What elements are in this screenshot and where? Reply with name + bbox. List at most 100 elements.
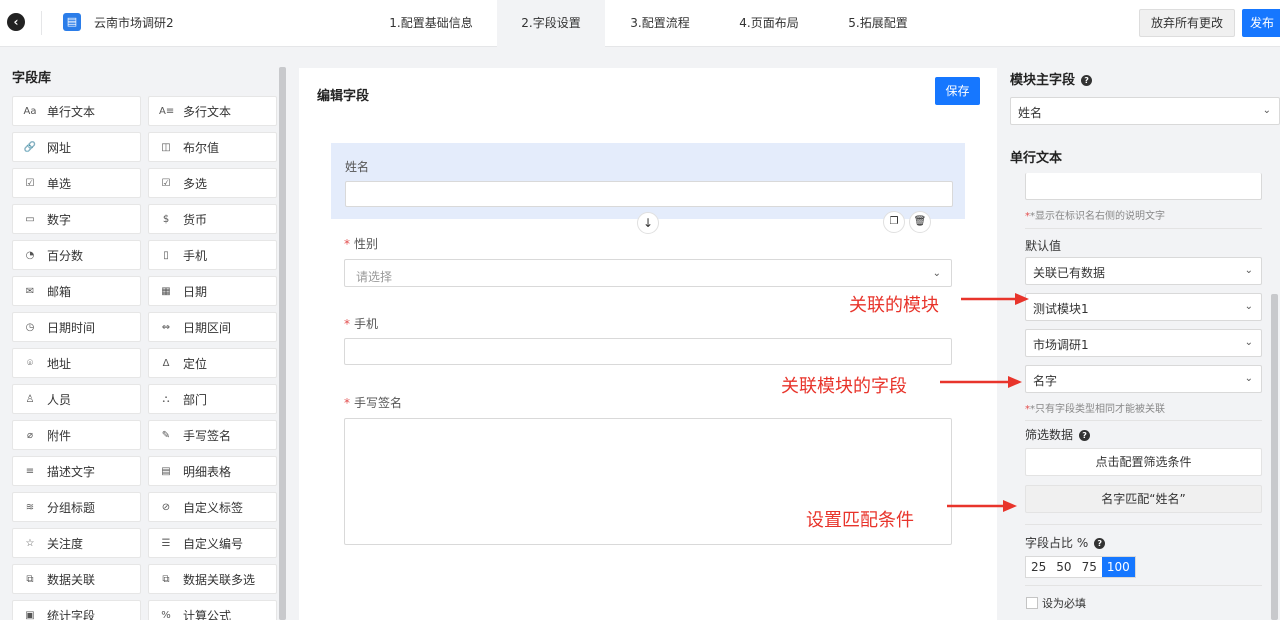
library-item[interactable]: ⧉ 数据关联 <box>12 564 141 594</box>
ratio-option-50[interactable]: 50 <box>1051 557 1076 577</box>
library-item[interactable]: % 计算公式 <box>148 600 277 620</box>
required-label: 设为必填 <box>1042 597 1086 610</box>
linked-app-select[interactable]: 市场调研1 ⌄ <box>1025 329 1262 357</box>
library-item[interactable]: Δ 定位 <box>148 348 277 378</box>
annotation-linked-field: 关联模块的字段 <box>781 376 907 397</box>
library-item-label: 数字 <box>47 212 72 227</box>
gender-select[interactable]: 请选择 ⌄ <box>344 259 952 287</box>
description-input[interactable] <box>1025 173 1262 200</box>
library-item[interactable]: ⌾ 地址 <box>12 348 141 378</box>
field-type-icon: ▭ <box>25 213 35 225</box>
field-type-icon: ≡ <box>25 465 35 477</box>
field-library: 字段库 Aa 单行文本 A≡ 多行文本 🔗 网址 ◫ 布尔值 ☑ 单选 ☑ 多选 ▭ 数字 $ 货币 ◔ 百分数 ▯… <box>0 58 286 620</box>
chevron-down-icon: ⌄ <box>932 268 941 279</box>
default-value-select[interactable]: 关联已有数据 ⌄ <box>1025 257 1262 285</box>
required-checkbox[interactable] <box>1026 597 1038 609</box>
field-type-icon: ▯ <box>163 249 169 261</box>
tab-page-layout[interactable]: 4.页面布局 <box>727 0 811 47</box>
chevron-down-icon: ⌄ <box>1244 373 1253 384</box>
library-item[interactable]: Aa 单行文本 <box>12 96 141 126</box>
signature-field-label: * 手写签名 <box>344 396 403 410</box>
name-field-label: 姓名 <box>345 160 370 174</box>
library-item[interactable]: ▤ 明细表格 <box>148 456 277 486</box>
gender-placeholder: 请选择 <box>356 270 393 284</box>
library-item-label: 地址 <box>47 356 72 371</box>
library-item-label: 手机 <box>183 248 208 263</box>
name-input[interactable] <box>345 181 953 207</box>
tab-workflow[interactable]: 3.配置流程 <box>618 0 702 47</box>
library-scrollbar[interactable] <box>279 67 286 620</box>
publish-button[interactable]: 发布 <box>1242 9 1280 37</box>
copy-icon[interactable]: ❐ <box>883 211 905 233</box>
configure-filter-button[interactable]: 点击配置筛选条件 <box>1025 448 1262 476</box>
library-item[interactable]: ⇔ 日期区间 <box>148 312 277 342</box>
save-button[interactable]: 保存 <box>935 77 980 105</box>
match-condition-button[interactable]: 名字匹配“姓名” <box>1025 485 1262 513</box>
library-item[interactable]: ☆ 关注度 <box>12 528 141 558</box>
field-type-icon: ◔ <box>25 249 35 261</box>
ratio-label: 字段占比 %? <box>1025 534 1106 551</box>
field-type-icon: ✎ <box>161 429 171 441</box>
ratio-selector[interactable]: 25 50 75 100 <box>1025 556 1136 578</box>
top-bar: ‹ ▤ 云南市场调研2 1.配置基础信息 2.字段设置 3.配置流程 4.页面布… <box>0 0 1280 47</box>
library-item[interactable]: $ 货币 <box>148 204 277 234</box>
gender-field-label: * 性别 <box>344 237 379 251</box>
linked-module-select[interactable]: 测试模块1 ⌄ <box>1025 293 1262 321</box>
linked-app-value: 市场调研1 <box>1033 338 1089 352</box>
library-item[interactable]: ⛬ 部门 <box>148 384 277 414</box>
field-type-icon: ⌀ <box>26 429 34 441</box>
library-item[interactable]: ⌀ 附件 <box>12 420 141 450</box>
library-item-label: 部门 <box>183 392 208 407</box>
main-field-select[interactable]: 姓名 ⌄ <box>1010 97 1280 125</box>
field-type-icon: ⌾ <box>27 357 33 369</box>
ratio-option-75[interactable]: 75 <box>1077 557 1102 577</box>
library-item[interactable]: ◷ 日期时间 <box>12 312 141 342</box>
library-item[interactable]: ◔ 百分数 <box>12 240 141 270</box>
library-item[interactable]: ▣ 统计字段 <box>12 600 141 620</box>
back-icon[interactable]: ‹ <box>7 13 25 31</box>
library-item[interactable]: ☰ 自定义编号 <box>148 528 277 558</box>
linked-field-select[interactable]: 名字 ⌄ <box>1025 365 1262 393</box>
tab-extensions[interactable]: 5.拓展配置 <box>836 0 920 47</box>
library-item-label: 邮箱 <box>47 284 72 299</box>
ratio-option-25[interactable]: 25 <box>1026 557 1051 577</box>
library-item[interactable]: ▦ 日期 <box>148 276 277 306</box>
panel-scrollbar[interactable] <box>1271 294 1278 620</box>
library-item-label: 手写签名 <box>183 428 232 443</box>
library-item[interactable]: ≡ 描述文字 <box>12 456 141 486</box>
help-icon[interactable]: ? <box>1081 75 1093 86</box>
selected-field-card[interactable]: 姓名 <box>331 143 965 219</box>
trash-icon[interactable]: 🗑 <box>909 211 931 233</box>
library-item[interactable]: ◫ 布尔值 <box>148 132 277 162</box>
divider <box>1025 420 1262 421</box>
library-item[interactable]: ♙ 人员 <box>12 384 141 414</box>
phone-input[interactable] <box>344 338 952 365</box>
tab-field-settings[interactable]: 2.字段设置 <box>497 0 605 47</box>
library-item[interactable]: ☑ 多选 <box>148 168 277 198</box>
field-type-icon: ⧉ <box>162 573 170 585</box>
library-item[interactable]: A≡ 多行文本 <box>148 96 277 126</box>
library-item-label: 网址 <box>47 140 72 155</box>
discard-changes-button[interactable]: 放弃所有更改 <box>1139 9 1235 37</box>
arrow-down-icon[interactable]: ↓ <box>637 212 659 234</box>
app-title: 云南市场调研2 <box>94 16 174 30</box>
ratio-option-100[interactable]: 100 <box>1101 557 1135 577</box>
help-icon[interactable]: ? <box>1079 430 1091 441</box>
library-item[interactable]: ✎ 手写签名 <box>148 420 277 450</box>
library-item[interactable]: ⊘ 自定义标签 <box>148 492 277 522</box>
field-type-icon: Δ <box>162 357 170 369</box>
library-item[interactable]: ☑ 单选 <box>12 168 141 198</box>
library-item[interactable]: 🔗 网址 <box>12 132 141 162</box>
field-type-icon: ⧉ <box>26 573 34 585</box>
link-hint: **只有字段类型相同才能被关联 <box>1025 404 1165 415</box>
tab-basic-info[interactable]: 1.配置基础信息 <box>379 0 483 47</box>
library-item[interactable]: ≋ 分组标题 <box>12 492 141 522</box>
chevron-down-icon: ⌄ <box>1244 337 1253 348</box>
library-item[interactable]: ▯ 手机 <box>148 240 277 270</box>
help-icon[interactable]: ? <box>1094 538 1106 549</box>
field-type-icon: ▤ <box>161 465 171 477</box>
library-item-label: 统计字段 <box>47 608 96 620</box>
library-item[interactable]: ⧉ 数据关联多选 <box>148 564 277 594</box>
library-item[interactable]: ✉ 邮箱 <box>12 276 141 306</box>
library-item[interactable]: ▭ 数字 <box>12 204 141 234</box>
